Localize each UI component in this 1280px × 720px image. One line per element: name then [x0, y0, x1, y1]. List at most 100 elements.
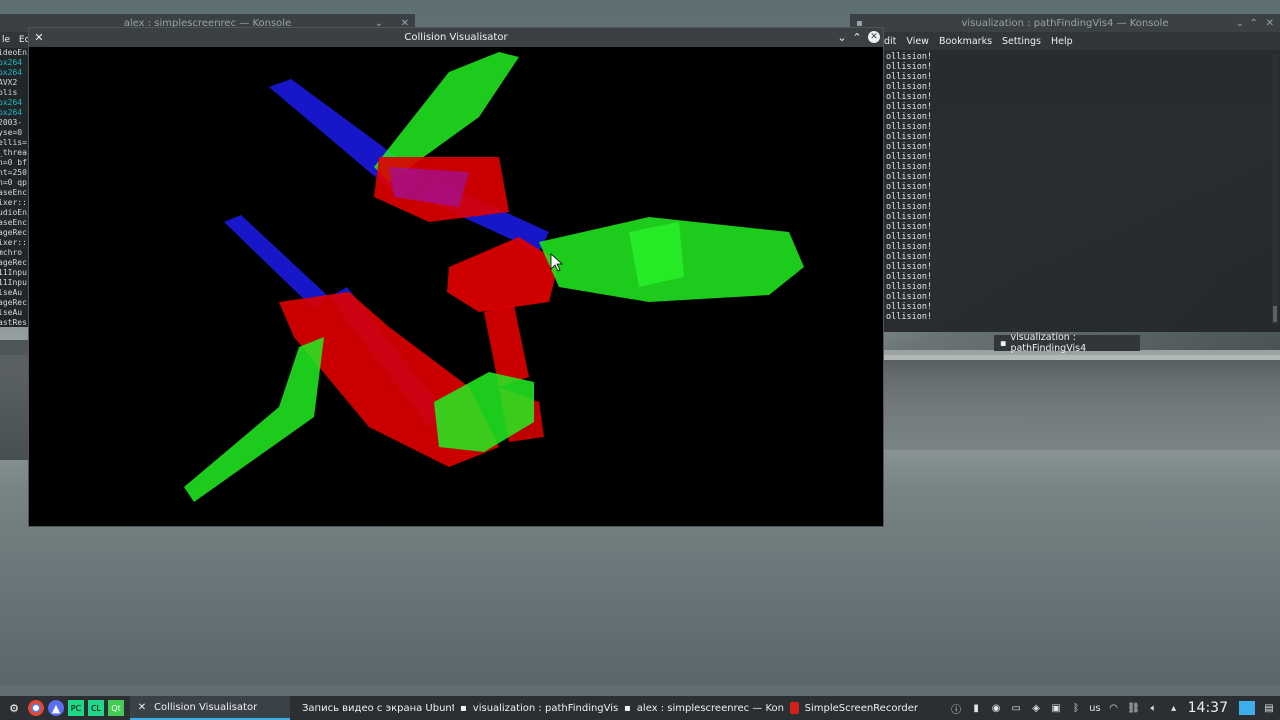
- robot-arm-scene: [184, 52, 804, 502]
- blue-link: [224, 215, 329, 309]
- konsole-line: ollision!: [886, 92, 933, 102]
- display-icon[interactable]: ▭: [1009, 701, 1023, 715]
- konsole-line: udioEn: [0, 208, 27, 217]
- show-desktop-icon[interactable]: [1239, 701, 1255, 715]
- chevron-up-icon[interactable]: ⌃: [1250, 18, 1258, 29]
- konsole-line: ellis=: [0, 138, 27, 147]
- task-chrome[interactable]: Запись видео с экрана Ubuntu...: [290, 696, 454, 720]
- konsole-line: ollision!: [886, 232, 933, 242]
- menu-item-help[interactable]: Help: [1051, 36, 1073, 47]
- keyboard-layout[interactable]: us: [1089, 701, 1101, 715]
- konsole-line: ageRec: [0, 228, 27, 237]
- clock[interactable]: 14:37: [1188, 700, 1228, 716]
- konsole-tab[interactable]: ▪ visualization : pathFindingVis4: [994, 332, 1140, 354]
- task-simplescreenrecorder[interactable]: SimpleScreenRecorder: [784, 696, 924, 720]
- konsole-line: olis: [0, 88, 18, 97]
- updates-icon[interactable]: ◈: [1029, 701, 1043, 715]
- lock-icon[interactable]: ▲: [48, 700, 64, 716]
- wifi-icon[interactable]: ◠: [1107, 701, 1121, 715]
- scrollbar-handle[interactable]: [1273, 306, 1277, 322]
- konsole-left-window[interactable]: le Ed ideoEn bx264 bx264 AVX2 olis bx264 bx264…: [0, 32, 30, 327]
- konsole-line: 11Inpu: [0, 268, 27, 277]
- pycharm-icon[interactable]: PC: [68, 700, 84, 716]
- konsole-line: ollision!: [886, 122, 933, 132]
- close-icon[interactable]: ✕: [1266, 18, 1274, 29]
- clipboard-icon[interactable]: ▮: [969, 701, 983, 715]
- konsole-line: lseAu: [0, 308, 23, 317]
- bg-window-titlebar-right[interactable]: ▪ visualization : pathFindingVis4 — Kons…: [850, 14, 1280, 32]
- main-window-titlebar[interactable]: ✕ Collision Visualisator ⌄ ⌃ ✕: [29, 28, 883, 47]
- task-collision-visualisator[interactable]: ✕ Collision Visualisator: [130, 696, 290, 720]
- konsole-right-menubar: dit View Bookmarks Settings Help: [880, 32, 1280, 50]
- task-label: SimpleScreenRecorder: [804, 702, 918, 714]
- konsole-line: aseEnc: [0, 218, 27, 227]
- konsole-line: ollision!: [886, 82, 933, 92]
- chrome-icon[interactable]: ◉: [989, 701, 1003, 715]
- task-label: visualization : pathFindingVis4 ...: [472, 702, 618, 714]
- konsole-line: ollision!: [886, 222, 933, 232]
- konsole-line: astRes: [0, 318, 27, 327]
- terminal-icon: ▪: [460, 702, 467, 714]
- konsole-line: bx264: [0, 108, 23, 117]
- konsole-line: ollision!: [886, 172, 933, 182]
- green-link: [184, 337, 324, 502]
- desktop-pager-icon[interactable]: ▤: [1261, 701, 1277, 715]
- bg-window-title-right: visualization : pathFindingVis4 — Konsol…: [961, 17, 1169, 29]
- konsole-line: ollision!: [886, 202, 933, 212]
- menu-item-file[interactable]: le: [2, 35, 10, 45]
- scrollbar[interactable]: [1272, 54, 1278, 324]
- task-label: Запись видео с экрана Ubuntu...: [302, 702, 454, 714]
- close-button[interactable]: ✕: [868, 31, 880, 43]
- konsole-line: ollision!: [886, 252, 933, 262]
- system-tray: ⓘ ▮ ◉ ▭ ◈ ▣ ᛒ us ◠ ⛓ 🔈︎ ▴ 14:37 ▤: [946, 696, 1280, 720]
- link-icon[interactable]: ⛓: [1127, 701, 1141, 715]
- disk-icon[interactable]: ▣: [1049, 701, 1063, 715]
- 3d-viewport[interactable]: [29, 47, 883, 526]
- konsole-line: yse=0: [0, 128, 23, 137]
- konsole-line: AVX2: [0, 78, 18, 87]
- konsole-line: ageRec: [0, 298, 27, 307]
- qt-creator-icon[interactable]: Qt: [108, 700, 124, 716]
- konsole-line: ollision!: [886, 272, 933, 282]
- clion-icon[interactable]: CL: [88, 700, 104, 716]
- menu-item-edit[interactable]: dit: [884, 36, 896, 47]
- terminal-icon: ▪: [1000, 337, 1007, 349]
- konsole-line: ollision!: [886, 302, 933, 312]
- chevron-up-icon[interactable]: ⌃: [850, 30, 864, 44]
- konsole-line: ollision!: [886, 192, 933, 202]
- app-launcher-icon[interactable]: ⚙: [4, 698, 24, 718]
- terminal-icon: ▪: [624, 702, 631, 714]
- konsole-line: ollision!: [886, 292, 933, 302]
- konsole-line: ollision!: [886, 102, 933, 112]
- konsole-right-window[interactable]: dit View Bookmarks Settings Help ollisio…: [880, 32, 1280, 332]
- chevron-up-icon[interactable]: ▴: [1167, 701, 1181, 715]
- konsole-line: ollision!: [886, 162, 933, 172]
- konsole-line: nt=250: [0, 168, 27, 177]
- konsole-line: n=0 qp: [0, 178, 27, 187]
- konsole-line: bx264: [0, 98, 23, 107]
- collision-visualisator-window[interactable]: ✕ Collision Visualisator ⌄ ⌃ ✕: [28, 27, 884, 527]
- close-icon[interactable]: ✕: [32, 30, 46, 44]
- wallpaper-shore-left: [0, 340, 28, 460]
- info-icon[interactable]: ⓘ: [949, 701, 963, 716]
- konsole-line: ollision!: [886, 72, 933, 82]
- chevron-down-icon[interactable]: ⌄: [835, 30, 849, 44]
- konsole-line: ollision!: [886, 142, 933, 152]
- volume-icon[interactable]: 🔈︎: [1147, 701, 1161, 715]
- chrome-icon[interactable]: [28, 700, 44, 716]
- bluetooth-icon[interactable]: ᛒ: [1069, 701, 1083, 715]
- menu-item-view[interactable]: View: [906, 36, 929, 47]
- taskbar: ⚙ ▲ PC CL Qt ✕ Collision Visualisator За…: [0, 696, 1280, 720]
- menu-item-bookmarks[interactable]: Bookmarks: [939, 36, 992, 47]
- konsole-line: _threa: [0, 148, 27, 157]
- konsole-line: ollision!: [886, 52, 933, 62]
- task-konsole-visualization[interactable]: ▪ visualization : pathFindingVis4 ...: [454, 696, 618, 720]
- konsole-line: bx264: [0, 58, 23, 67]
- task-konsole-alex[interactable]: ▪ alex : simplescreenrec — Konsole: [618, 696, 784, 720]
- konsole-line: ixer::: [0, 238, 27, 247]
- konsole-line: ollision!: [886, 282, 933, 292]
- konsole-line: 2003-: [0, 118, 23, 127]
- menu-item-settings[interactable]: Settings: [1002, 36, 1041, 47]
- konsole-line: ixer::: [0, 198, 27, 207]
- chevron-down-icon[interactable]: ⌄: [1236, 18, 1244, 29]
